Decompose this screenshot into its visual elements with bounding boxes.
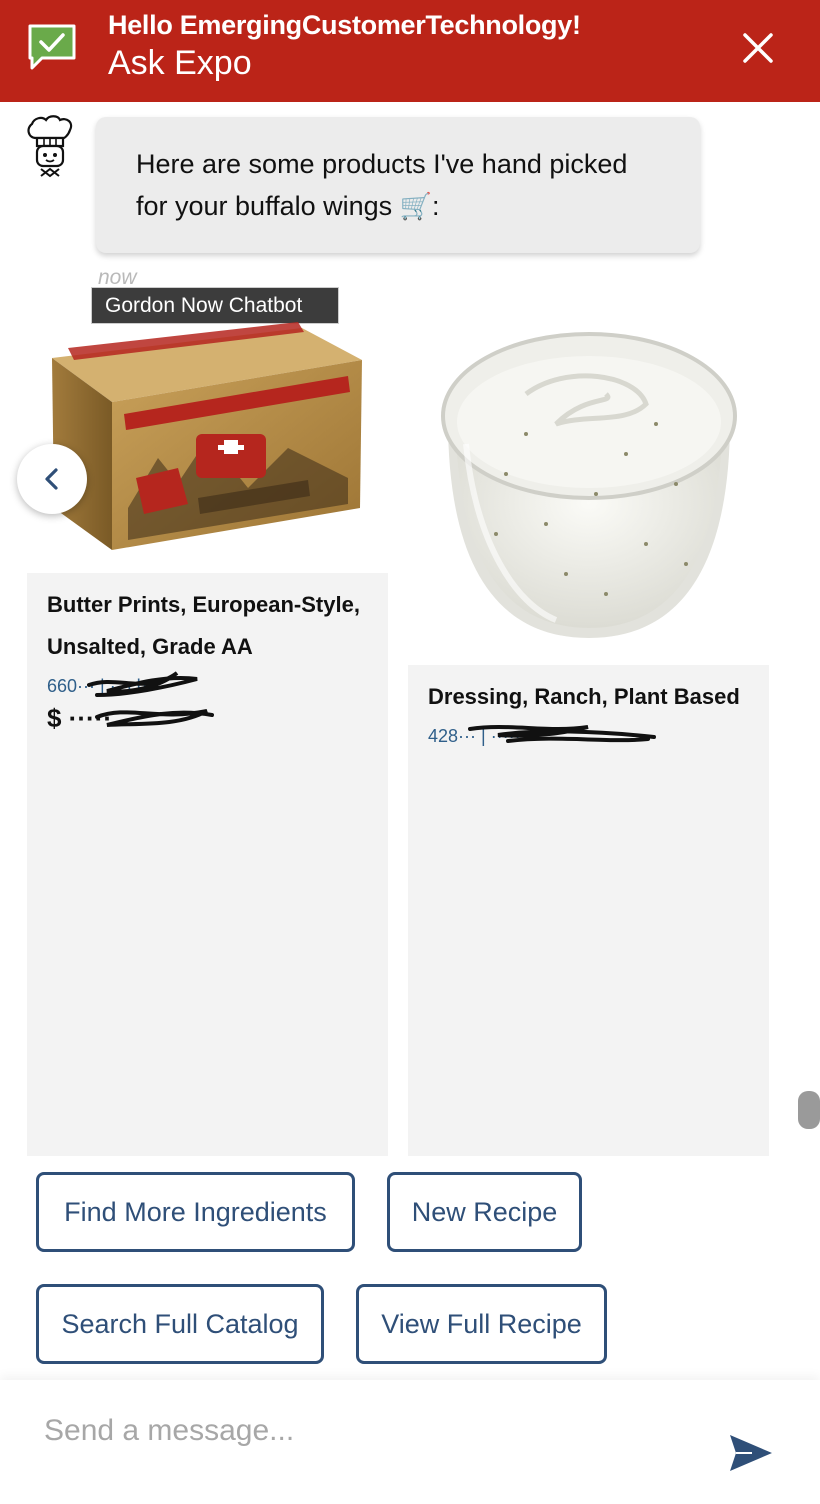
chat-check-icon xyxy=(28,24,76,70)
find-more-ingredients-button[interactable]: Find More Ingredients xyxy=(36,1172,355,1252)
send-icon[interactable] xyxy=(728,1433,774,1473)
redaction-scribble xyxy=(468,725,656,743)
header-greeting: Hello EmergingCustomerTechnology! xyxy=(108,10,581,40)
chevron-left-icon xyxy=(45,468,58,490)
new-recipe-button[interactable]: New Recipe xyxy=(387,1172,582,1252)
chat-header: Hello EmergingCustomerTechnology! Ask Ex… xyxy=(0,0,820,102)
close-icon[interactable] xyxy=(736,26,780,70)
header-title: Ask Expo xyxy=(108,44,252,82)
scrollbar-thumb[interactable] xyxy=(798,1091,820,1129)
butter-package-image xyxy=(52,322,362,550)
view-full-recipe-button[interactable]: View Full Recipe xyxy=(356,1284,607,1364)
carousel-prev-button[interactable] xyxy=(17,444,87,514)
bot-message-text: Here are some products I've hand picked … xyxy=(136,149,628,221)
chef-avatar-icon xyxy=(27,115,73,178)
bot-message-suffix: : xyxy=(432,191,440,221)
product-card-ranch[interactable]: Dressing, Ranch, Plant Based 428··· | ··… xyxy=(408,665,769,1156)
redaction-scribble xyxy=(87,671,214,727)
search-full-catalog-button[interactable]: Search Full Catalog xyxy=(36,1284,324,1364)
bot-message-bubble: Here are some products I've hand picked … xyxy=(96,117,700,253)
shopping-cart-icon: 🛒 xyxy=(399,192,433,222)
product-name: Dressing, Ranch, Plant Based xyxy=(428,684,740,709)
product-name: Butter Prints, European-Style, Unsalted,… xyxy=(47,592,360,659)
ranch-dressing-image xyxy=(441,332,737,638)
product-card-butter[interactable]: Butter Prints, European-Style, Unsalted,… xyxy=(27,573,388,1156)
message-composer xyxy=(0,1380,820,1504)
message-input[interactable] xyxy=(44,1406,704,1456)
